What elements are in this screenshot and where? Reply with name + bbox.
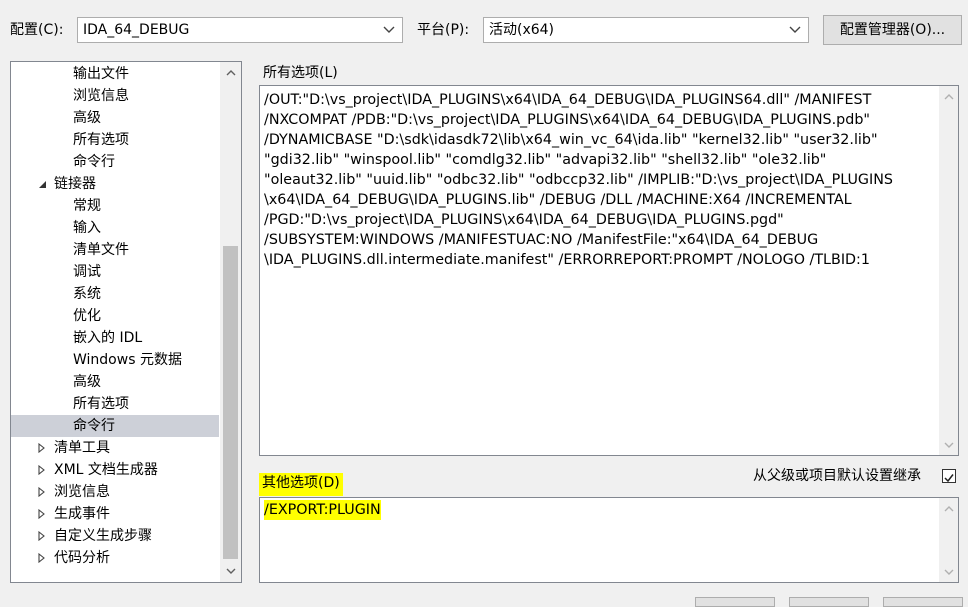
tree-item[interactable]: 命令行 xyxy=(11,415,219,437)
chevron-down-icon[interactable] xyxy=(222,562,239,579)
all-options-scrollbar[interactable] xyxy=(939,86,958,455)
command-line-text: /DYNAMICBASE "D:\sdk\idasdk72\lib\x64_wi… xyxy=(264,132,878,148)
tree-item-label: 所有选项 xyxy=(73,132,129,148)
platform-dropdown[interactable]: 活动(x64) xyxy=(483,17,809,43)
tree-item[interactable]: 所有选项 xyxy=(11,129,219,151)
other-options-value[interactable]: /EXPORT:PLUGIN xyxy=(264,500,381,520)
config-dropdown-value: IDA_64_DEBUG xyxy=(83,22,190,38)
bottom-button-3[interactable] xyxy=(883,597,963,607)
tree-item[interactable]: 优化 xyxy=(11,305,219,327)
command-line-text: \IDA_PLUGINS.dll.intermediate.manifest" … xyxy=(264,252,870,268)
chevron-up-icon[interactable] xyxy=(222,64,239,81)
tree-item[interactable]: 调试 xyxy=(11,261,219,283)
tree-item-label: 常规 xyxy=(73,198,101,214)
tree-item-label: 系统 xyxy=(73,286,101,302)
tree-scrollbar-thumb[interactable] xyxy=(223,246,238,559)
triangle-right-icon[interactable] xyxy=(37,481,47,503)
command-line-text: /SUBSYSTEM:WINDOWS /MANIFESTUAC:NO /Mani… xyxy=(264,232,819,248)
command-line-text: \x64\IDA_64_DEBUG\IDA_PLUGINS.lib" /DEBU… xyxy=(264,192,852,208)
tree-item-label: 生成事件 xyxy=(54,506,110,522)
tree-item[interactable]: Windows 元数据 xyxy=(11,349,219,371)
tree-item-label: 所有选项 xyxy=(73,396,129,412)
triangle-right-icon[interactable] xyxy=(37,525,47,547)
triangle-right-icon[interactable] xyxy=(37,459,47,481)
tree-scrollbar[interactable] xyxy=(220,62,241,582)
tree-item-label: 输出文件 xyxy=(73,66,129,82)
chevron-down-icon xyxy=(788,18,802,42)
triangle-right-icon[interactable] xyxy=(37,503,47,525)
all-options-textbox[interactable]: /OUT:"D:\vs_project\IDA_PLUGINS\x64\IDA_… xyxy=(259,85,959,456)
tree-item-label: 高级 xyxy=(73,374,101,390)
tree-item-label: XML 文档生成器 xyxy=(54,462,158,478)
config-label: 配置(C): xyxy=(10,22,64,38)
config-manager-button[interactable]: 配置管理器(O)... xyxy=(823,15,962,45)
tree-item-label: Windows 元数据 xyxy=(73,352,182,368)
platform-label: 平台(P): xyxy=(417,22,470,38)
tree-item-label: 调试 xyxy=(73,264,101,280)
tree-item-label: 浏览信息 xyxy=(54,484,110,500)
bottom-button-1[interactable] xyxy=(695,597,775,607)
tree-item-label: 高级 xyxy=(73,110,101,126)
tree-item[interactable]: 生成事件 xyxy=(11,503,219,525)
triangle-down-icon[interactable] xyxy=(37,173,47,195)
command-line-text: "gdi32.lib" "winspool.lib" "comdlg32.lib… xyxy=(264,152,827,168)
tree-item-label: 嵌入的 IDL xyxy=(73,330,143,346)
inherit-checkbox[interactable] xyxy=(942,469,956,483)
command-line-text: /NXCOMPAT /PDB:"D:\vs_project\IDA_PLUGIN… xyxy=(264,112,870,128)
tree-item[interactable]: 链接器 xyxy=(11,173,219,195)
other-options-textbox[interactable]: /EXPORT:PLUGIN xyxy=(259,497,959,583)
chevron-up-icon[interactable] xyxy=(940,500,957,517)
tree-item[interactable]: 所有选项 xyxy=(11,393,219,415)
tree-item[interactable]: 清单工具 xyxy=(11,437,219,459)
all-options-label: 所有选项(L) xyxy=(263,65,338,81)
command-line-text: "oleaut32.lib" "uuid.lib" "odbc32.lib" "… xyxy=(264,172,893,188)
platform-dropdown-value: 活动(x64) xyxy=(489,22,555,38)
tree-item[interactable]: 嵌入的 IDL xyxy=(11,327,219,349)
tree-item[interactable]: 系统 xyxy=(11,283,219,305)
tree-item-label: 清单工具 xyxy=(54,440,110,456)
command-line-text: /OUT:"D:\vs_project\IDA_PLUGINS\x64\IDA_… xyxy=(264,92,872,108)
tree-item-label: 链接器 xyxy=(54,176,96,192)
other-options-scrollbar[interactable] xyxy=(939,498,958,582)
triangle-right-icon[interactable] xyxy=(37,547,47,569)
chevron-down-icon xyxy=(382,18,396,42)
tree-item-label: 代码分析 xyxy=(54,550,110,566)
check-icon xyxy=(944,471,954,487)
chevron-up-icon[interactable] xyxy=(940,88,957,105)
tree-item[interactable]: 自定义生成步骤 xyxy=(11,525,219,547)
tree-item[interactable]: 清单文件 xyxy=(11,239,219,261)
tree-item[interactable]: XML 文档生成器 xyxy=(11,459,219,481)
inherit-label: 从父级或项目默认设置继承 xyxy=(753,468,921,484)
tree-item[interactable]: 代码分析 xyxy=(11,547,219,569)
tree-item-label: 命令行 xyxy=(73,418,115,434)
tree-item[interactable]: 输入 xyxy=(11,217,219,239)
bottom-button-2[interactable] xyxy=(789,597,869,607)
property-tree: 输出文件 浏览信息 高级 所有选项 命令行 链接器 常规 输入 清单文件 调试 系统 优化 嵌入的 ID… xyxy=(10,61,242,583)
other-options-label: 其他选项(D) xyxy=(259,473,343,496)
triangle-right-icon[interactable] xyxy=(37,437,47,459)
tree-item[interactable]: 命令行 xyxy=(11,151,219,173)
tree-item-label: 输入 xyxy=(73,220,101,236)
tree-item[interactable]: 常规 xyxy=(11,195,219,217)
tree-item[interactable]: 高级 xyxy=(11,107,219,129)
tree-item[interactable]: 输出文件 xyxy=(11,63,219,85)
config-dropdown[interactable]: IDA_64_DEBUG xyxy=(77,17,403,43)
tree-item-label: 优化 xyxy=(73,308,101,324)
tree-item-label: 浏览信息 xyxy=(73,88,129,104)
tree-item[interactable]: 高级 xyxy=(11,371,219,393)
chevron-down-icon[interactable] xyxy=(940,563,957,580)
tree-item-label: 自定义生成步骤 xyxy=(54,528,152,544)
tree-item[interactable]: 浏览信息 xyxy=(11,85,219,107)
tree-item-label: 命令行 xyxy=(73,154,115,170)
chevron-down-icon[interactable] xyxy=(940,436,957,453)
tree-item-label: 清单文件 xyxy=(73,242,129,258)
tree-item[interactable]: 浏览信息 xyxy=(11,481,219,503)
command-line-text: /PGD:"D:\vs_project\IDA_PLUGINS\x64\IDA_… xyxy=(264,212,784,228)
